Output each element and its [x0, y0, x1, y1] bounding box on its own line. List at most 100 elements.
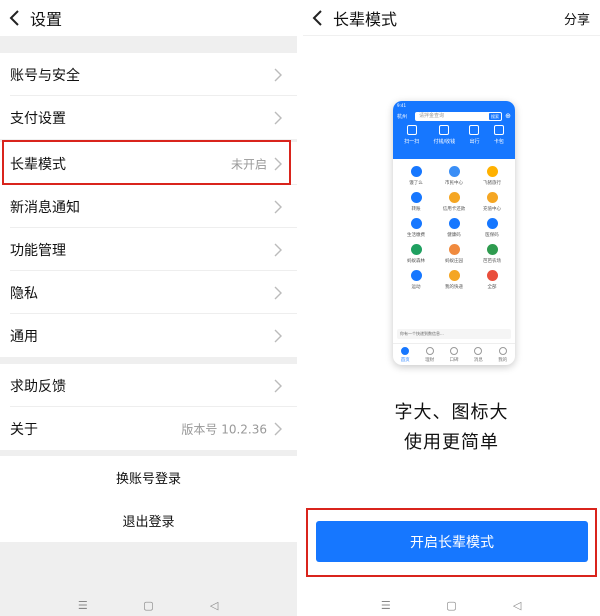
app-icon — [448, 192, 460, 203]
enable-elder-mode-button[interactable]: 开启长辈模式 — [316, 521, 588, 562]
elder-mode-screen: 长辈模式 分享 9:41 杭州 请拌金查询 搜索 ⊕ 扫一扫 付钱/收钱 出行 … — [303, 0, 600, 616]
settings-item-label: 新消息通知 — [10, 199, 80, 216]
settings-item-general[interactable]: 通用 — [0, 314, 297, 357]
app-icon — [448, 270, 460, 281]
settings-item-privacy[interactable]: 隐私 — [0, 271, 297, 314]
preview-tab-messages: 消息 — [474, 346, 483, 363]
koubei-tab-icon — [449, 346, 458, 355]
app-icon — [410, 192, 422, 203]
travel-icon — [469, 125, 480, 135]
settings-item-feature-management[interactable]: 功能管理 — [0, 228, 297, 271]
preview-message: 你有一个快递到数信息... — [397, 329, 511, 339]
settings-item-label: 账号与安全 — [10, 67, 80, 84]
system-nav-bar: ☰ ▢ ◁ — [303, 594, 600, 616]
preview-feature-cards: 卡包 — [493, 125, 504, 145]
settings-screen: 设置 账号与安全 支付设置 长辈模式 未开启 新消息通知 功能管理 隐私 通用 … — [0, 0, 297, 616]
preview-app: 医保码 — [473, 218, 511, 238]
preview-app: 蚂蚁森林 — [397, 244, 435, 264]
page-title: 设置 — [30, 10, 63, 29]
settings-item-notifications[interactable]: 新消息通知 — [0, 185, 297, 228]
page-title: 长辈模式 — [333, 9, 398, 29]
preview-search-box: 请拌金查询 搜索 — [415, 111, 502, 121]
settings-item-account-security[interactable]: 账号与安全 — [0, 53, 297, 96]
settings-item-label: 功能管理 — [10, 242, 66, 259]
preview-app: 芭芭农场 — [473, 244, 511, 264]
preview-app-grid: 饿了么 市民中心 飞猪旅行 转账 信用卡还款 充值中心 生活缴费 健康码 医保码… — [393, 159, 515, 290]
tagline-line-2: 使用更简单 — [404, 432, 499, 453]
chevron-right-icon — [274, 379, 282, 392]
preview-app: 健康码 — [435, 218, 473, 238]
settings-group-account: 账号与安全 支付设置 — [0, 53, 297, 139]
preview-feature-pay: 付钱/收钱 — [433, 125, 455, 145]
preview-header: 9:41 杭州 请拌金查询 搜索 ⊕ 扫一扫 付钱/收钱 出行 卡包 — [393, 101, 515, 159]
home-icon[interactable]: ▢ — [441, 599, 461, 612]
user-tab-icon — [498, 346, 507, 355]
settings-item-label: 求助反馈 — [10, 378, 66, 395]
app-icon — [486, 192, 498, 203]
app-icon — [486, 166, 498, 177]
settings-topbar: 设置 — [0, 0, 297, 36]
preview-app: 饿了么 — [397, 166, 435, 186]
settings-item-label: 支付设置 — [10, 110, 66, 127]
preview-tab-bar: 首页 理财 口碑 消息 我的 — [393, 343, 515, 365]
chevron-right-icon — [274, 243, 282, 256]
logout-group: 退出登录 — [0, 499, 297, 542]
app-icon — [410, 218, 422, 229]
settings-item-label: 通用 — [10, 328, 38, 345]
app-icon — [448, 244, 460, 255]
tagline-line-1: 字大、图标大 — [394, 402, 509, 423]
pay-icon — [439, 125, 450, 135]
chevron-right-icon — [274, 286, 282, 299]
switch-account-group: 换账号登录 — [0, 456, 297, 499]
app-icon — [448, 218, 460, 229]
elder-mode-topbar: 长辈模式 分享 — [303, 0, 600, 36]
card-icon — [493, 125, 504, 135]
version-number: 版本号 10.2.36 — [181, 422, 267, 436]
chevron-right-icon — [274, 422, 282, 435]
preview-status-time: 9:41 — [397, 103, 406, 108]
plus-icon: ⊕ — [505, 112, 511, 120]
preview-search-placeholder: 请拌金查询 — [419, 112, 445, 119]
app-icon — [486, 218, 498, 229]
menu-icon[interactable]: ☰ — [73, 599, 93, 612]
preview-features: 扫一扫 付钱/收钱 出行 卡包 — [397, 125, 511, 145]
back-triangle-icon[interactable]: ◁ — [507, 599, 527, 612]
app-icon — [410, 270, 422, 281]
settings-item-help-feedback[interactable]: 求助反馈 — [0, 364, 297, 407]
switch-account-button[interactable]: 换账号登录 — [0, 456, 297, 499]
app-icon — [486, 244, 498, 255]
elder-mode-preview: 9:41 杭州 请拌金查询 搜索 ⊕ 扫一扫 付钱/收钱 出行 卡包 饿了么 市… — [393, 101, 515, 365]
preview-app: 全部 — [473, 270, 511, 290]
app-icon — [410, 244, 422, 255]
preview-app: 转账 — [397, 192, 435, 212]
settings-item-about[interactable]: 关于 版本号 10.2.36 — [0, 407, 297, 450]
chevron-right-icon — [274, 111, 282, 124]
settings-item-payment[interactable]: 支付设置 — [0, 96, 297, 139]
preview-feature-travel: 出行 — [469, 125, 480, 145]
preview-search-row: 杭州 请拌金查询 搜索 ⊕ — [397, 110, 511, 122]
chevron-right-icon — [274, 68, 282, 81]
preview-app: 市民中心 — [435, 166, 473, 186]
share-button[interactable]: 分享 — [564, 9, 590, 28]
preview-tab-home: 首页 — [401, 346, 410, 363]
highlight-box — [2, 140, 291, 185]
back-button[interactable] — [303, 0, 333, 36]
preview-app: 生活缴费 — [397, 218, 435, 238]
preview-app: 运动 — [397, 270, 435, 290]
wealth-tab-icon — [425, 346, 434, 355]
preview-app: 我的快递 — [435, 270, 473, 290]
home-icon[interactable]: ▢ — [138, 599, 158, 612]
menu-icon[interactable]: ☰ — [376, 599, 396, 612]
settings-item-label: 关于 — [10, 421, 38, 438]
back-triangle-icon[interactable]: ◁ — [204, 599, 224, 612]
settings-group-help: 求助反馈 关于 版本号 10.2.36 — [0, 364, 297, 450]
preview-city: 杭州 — [397, 113, 408, 120]
chevron-right-icon — [274, 329, 282, 342]
back-button[interactable] — [0, 0, 30, 36]
chevron-left-icon — [9, 10, 19, 26]
preview-feature-scan: 扫一扫 — [404, 125, 419, 145]
settings-item-label: 隐私 — [10, 285, 38, 302]
home-tab-icon — [401, 346, 410, 355]
preview-app: 充值中心 — [473, 192, 511, 212]
logout-button[interactable]: 退出登录 — [0, 499, 297, 542]
